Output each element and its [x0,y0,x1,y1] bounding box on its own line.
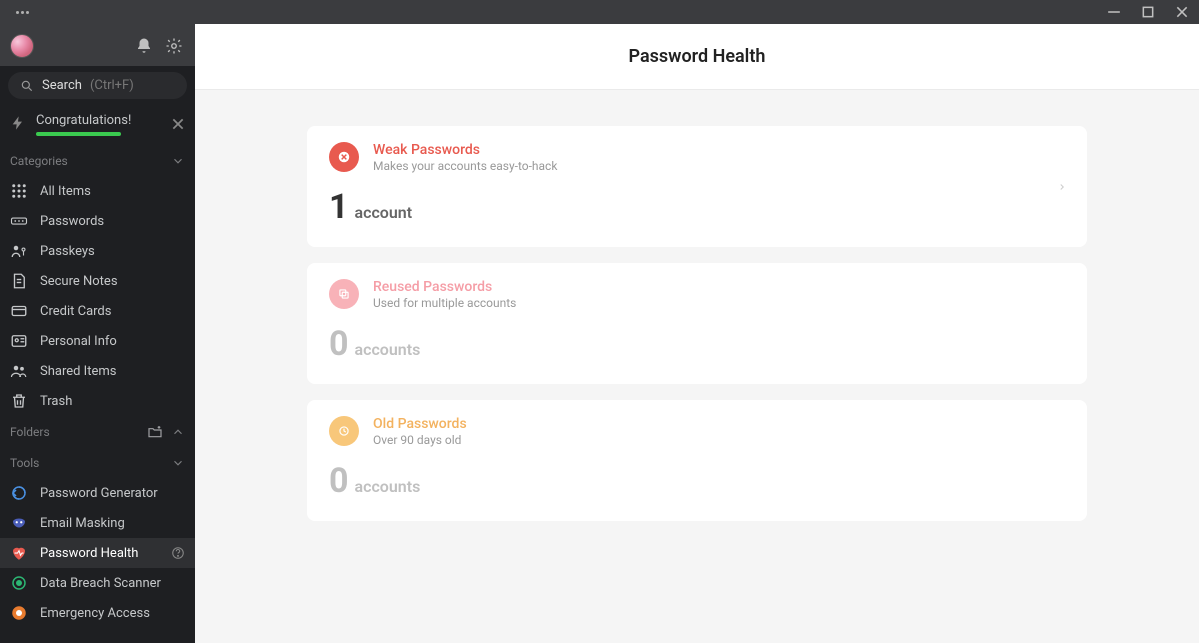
sidebar-item-label: Password Health [40,546,159,561]
help-icon[interactable] [171,546,185,560]
sidebar-item-passkeys[interactable]: Passkeys [0,236,195,266]
card-count: 0 [329,324,349,364]
sidebar-item-label: Secure Notes [40,274,185,289]
old-icon [329,416,359,446]
weak-icon [329,142,359,172]
sidebar-item-secure-notes[interactable]: Secure Notes [0,266,195,296]
sidebar: Search (Ctrl+F) Congratulations! Categor… [0,24,195,643]
sidebar-item-password-health[interactable]: Password Health [0,538,195,568]
sidebar-item-label: All Items [40,184,185,199]
people-icon [10,362,28,380]
avatar[interactable] [10,34,34,58]
card-count: 1 [329,187,349,227]
window-close[interactable] [1175,5,1189,19]
search-icon [20,79,34,93]
chevron-right-icon [1057,182,1067,192]
sidebar-item-personal-info[interactable]: Personal Info [0,326,195,356]
card-title: Old Passwords [373,416,1065,432]
bell-icon[interactable] [135,37,153,55]
sidebar-item-emergency-access[interactable]: Emergency Access [0,598,195,628]
sidebar-item-label: Emergency Access [40,606,185,621]
banner-close[interactable] [171,117,185,131]
sidebar-item-label: Passwords [40,214,185,229]
sidebar-item-label: Passkeys [40,244,185,259]
trash-icon [10,392,28,410]
card-subtitle: Used for multiple accounts [373,296,1065,310]
gear-icon[interactable] [165,37,183,55]
categories-list: All Items Passwords Passkeys Secure Note… [0,176,195,416]
card-subtitle: Makes your accounts easy-to-hack [373,159,1065,173]
page-title: Password Health [195,46,1199,67]
content-header: Password Health [195,24,1199,90]
dots-icon [10,212,28,230]
titlebar [0,0,1199,24]
sidebar-item-label: Shared Items [40,364,185,379]
weak-passwords-card[interactable]: Weak Passwords Makes your accounts easy-… [307,126,1087,247]
card-unit: account [355,203,413,222]
card-title: Weak Passwords [373,142,1065,158]
sidebar-item-label: Personal Info [40,334,185,349]
sidebar-item-label: Trash [40,394,185,409]
folders-header[interactable]: Folders [0,416,195,448]
card-unit: accounts [355,340,421,359]
folders-label: Folders [10,425,50,439]
congratulations-banner: Congratulations! [0,105,195,146]
sidebar-item-label: Password Generator [40,486,185,501]
reused-icon [329,279,359,309]
old-passwords-card: Old Passwords Over 90 days old 0 account… [307,400,1087,521]
sidebar-item-shared-items[interactable]: Shared Items [0,356,195,386]
sidebar-item-passwords[interactable]: Passwords [0,206,195,236]
sidebar-item-credit-cards[interactable]: Credit Cards [0,296,195,326]
breach-icon [10,574,28,592]
search-hint: (Ctrl+F) [90,78,134,93]
grid-icon [10,182,28,200]
content: Password Health Weak Passwords Makes you… [195,24,1199,643]
banner-progress [36,132,121,136]
lightning-icon [10,115,26,131]
banner-title: Congratulations! [36,113,161,128]
generator-icon [10,484,28,502]
card-count: 0 [329,461,349,501]
search-input[interactable]: Search (Ctrl+F) [8,72,187,99]
tools-list: Password Generator Email Masking Passwor… [0,478,195,628]
chevron-up-icon [171,425,185,439]
tools-header[interactable]: Tools [0,448,195,478]
card-unit: accounts [355,477,421,496]
passkey-icon [10,242,28,260]
sidebar-item-label: Email Masking [40,516,185,531]
card-subtitle: Over 90 days old [373,433,1065,447]
health-icon [10,544,28,562]
window-maximize[interactable] [1141,5,1155,19]
mask-icon [10,514,28,532]
sidebar-item-password-generator[interactable]: Password Generator [0,478,195,508]
categories-header[interactable]: Categories [0,146,195,176]
add-folder-icon[interactable] [147,424,163,440]
window-minimize[interactable] [1107,5,1121,19]
sidebar-item-all-items[interactable]: All Items [0,176,195,206]
chevron-down-icon [171,456,185,470]
id-icon [10,332,28,350]
categories-label: Categories [10,154,68,168]
sidebar-item-label: Data Breach Scanner [40,576,185,591]
tools-label: Tools [10,456,39,470]
note-icon [10,272,28,290]
chevron-down-icon [171,154,185,168]
search-label: Search [42,78,82,93]
sidebar-item-email-masking[interactable]: Email Masking [0,508,195,538]
sidebar-item-data-breach-scanner[interactable]: Data Breach Scanner [0,568,195,598]
menu-dots[interactable] [10,11,29,14]
sidebar-item-trash[interactable]: Trash [0,386,195,416]
sidebar-item-label: Credit Cards [40,304,185,319]
reused-passwords-card: Reused Passwords Used for multiple accou… [307,263,1087,384]
emergency-icon [10,604,28,622]
card-title: Reused Passwords [373,279,1065,295]
card-icon [10,302,28,320]
